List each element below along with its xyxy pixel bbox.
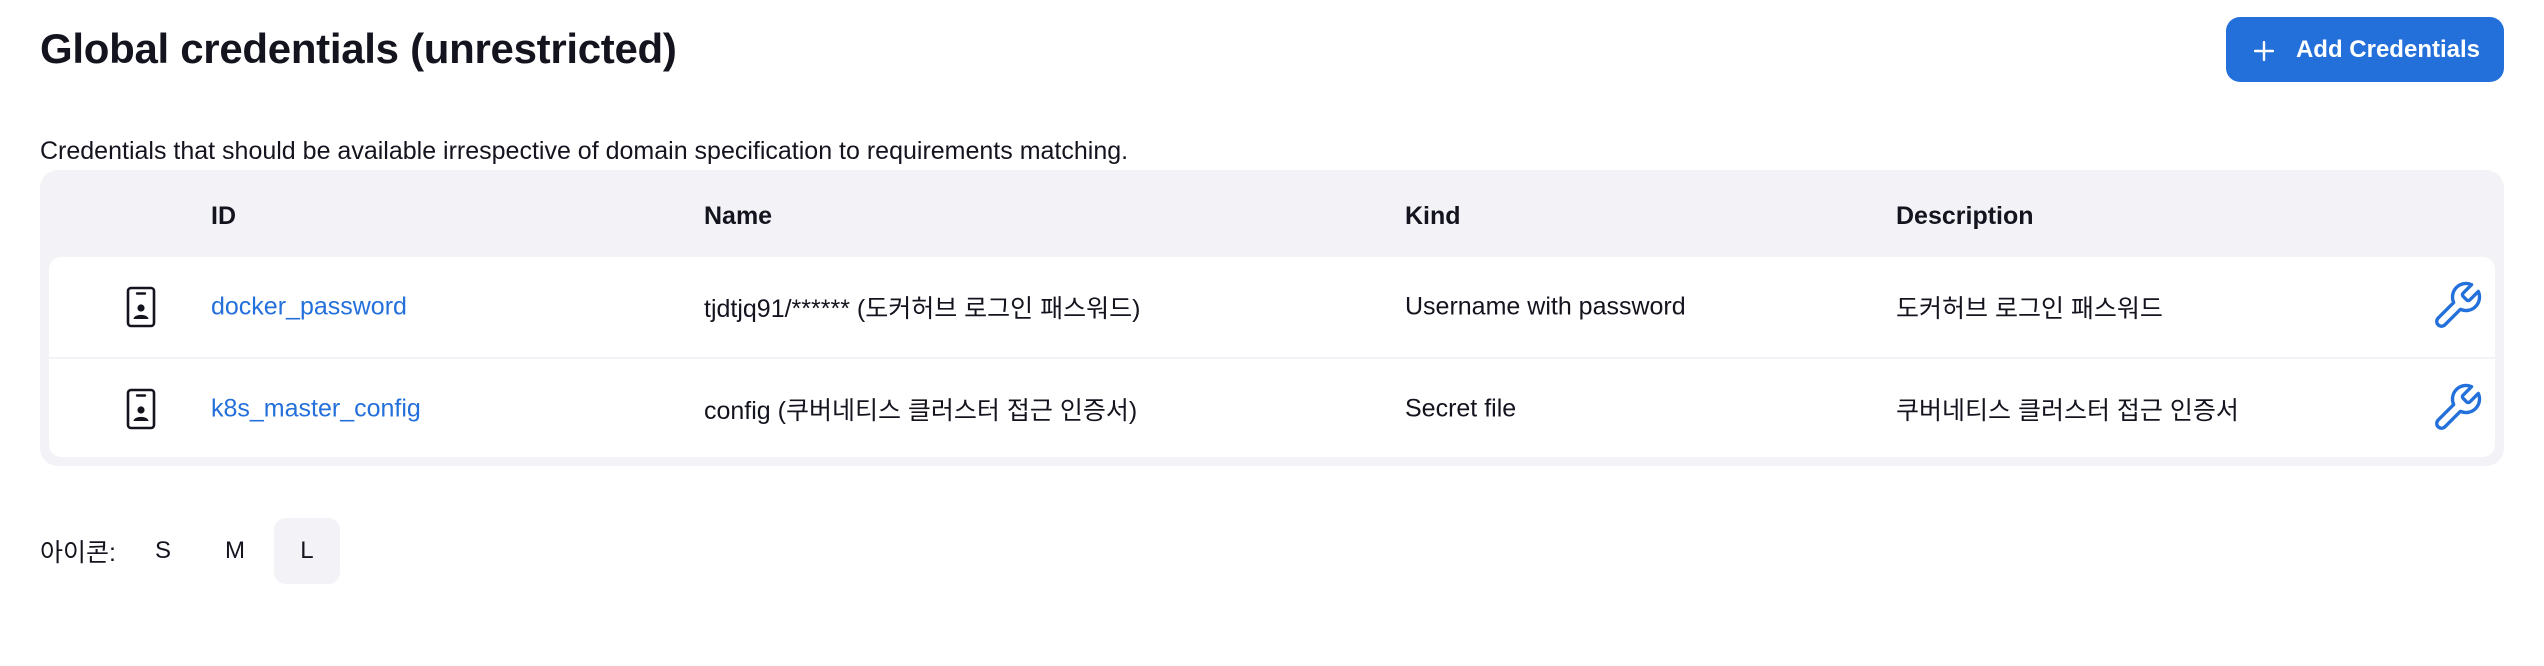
credential-kind: Secret file (1405, 394, 1517, 423)
page-header: Global credentials (unrestricted) Add Cr… (40, 17, 2504, 83)
page-description: Credentials that should be available irr… (40, 137, 1129, 165)
column-header-description[interactable]: Description (1896, 202, 2034, 231)
page-title: Global credentials (unrestricted) (40, 25, 677, 72)
credentials-table-body: docker_password tjdtjq91/****** (도커허브 로그… (49, 257, 2495, 457)
table-row: k8s_master_config config (쿠버네티스 클러스터 접근 … (49, 357, 2495, 457)
mobile-credential-icon (126, 286, 156, 328)
wrench-icon[interactable] (2430, 279, 2484, 333)
credential-id-link[interactable]: k8s_master_config (211, 395, 421, 424)
credential-name: tjdtjq91/****** (도커허브 로그인 패스워드) (704, 295, 1141, 323)
column-header-kind[interactable]: Kind (1405, 202, 1461, 231)
column-header-name[interactable]: Name (704, 202, 772, 231)
plus-icon (2253, 40, 2275, 61)
icon-size-large-button[interactable]: L (273, 518, 340, 584)
icon-size-medium-button[interactable]: M (202, 518, 268, 584)
credentials-table: ID Name Kind Description docker_password… (40, 170, 2504, 466)
table-row: docker_password tjdtjq91/****** (도커허브 로그… (49, 257, 2495, 357)
mobile-credential-icon (126, 388, 156, 430)
credential-description: 쿠버네티스 클러스터 접근 인증서 (1896, 397, 2239, 425)
credential-kind: Username with password (1405, 292, 1686, 321)
add-credentials-label: Add Credentials (2295, 35, 2480, 63)
add-credentials-button[interactable]: Add Credentials (2225, 17, 2504, 82)
icon-size-label: 아이콘: (40, 539, 116, 567)
column-header-id[interactable]: ID (211, 202, 236, 231)
icon-size-small-button[interactable]: S (130, 518, 196, 584)
credential-name: config (쿠버네티스 클러스터 접근 인증서) (704, 397, 1138, 425)
icon-size-selector: 아이콘: S M L (40, 518, 346, 584)
credential-id-link[interactable]: docker_password (211, 293, 407, 322)
credentials-page: Global credentials (unrestricted) Add Cr… (40, 0, 2504, 666)
wrench-icon[interactable] (2430, 381, 2484, 435)
credential-description: 도커허브 로그인 패스워드 (1896, 295, 2163, 323)
